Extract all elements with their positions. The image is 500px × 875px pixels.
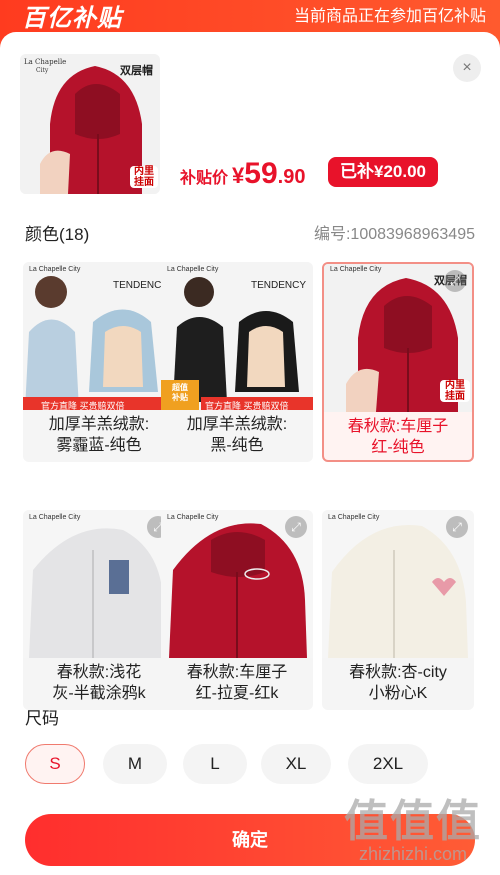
price-row: 补贴价 ¥ 59 .90	[180, 157, 305, 197]
color-option-label: 春秋款:杏-city 小粉心K	[349, 664, 447, 702]
brand-tag: La Chapelle City	[167, 514, 219, 521]
expand-icon[interactable]: ⤢	[444, 270, 466, 292]
color-option-label: 春秋款:车厘子 红-纯色	[347, 418, 449, 456]
brand-tag: La Chapelle City	[330, 266, 382, 273]
promo-strip: 官方直降 买贵赔双倍	[205, 401, 289, 411]
size-option-2xl[interactable]: 2XL	[348, 744, 428, 784]
subsidy-notice: 当前商品正在参加百亿补贴	[293, 8, 486, 25]
hero-inner-tag: 内里 挂面	[130, 166, 158, 188]
price-currency: ¥	[232, 163, 245, 188]
close-icon: ×	[462, 59, 472, 76]
color-option-card[interactable]: La Chapelle City ⤢ 春秋款:车厘子 红-拉夏-红k	[161, 510, 313, 710]
svg-text:La Chapelle: La Chapelle	[24, 58, 66, 66]
tendency-tag: TENDENCY	[251, 280, 307, 291]
brand-tag: La Chapelle City	[328, 514, 380, 521]
size-section-title: 尺码	[25, 709, 59, 728]
size-option-s[interactable]: S	[25, 744, 85, 784]
watermark-url: zhizhizhi.com	[358, 844, 468, 864]
inner-lining-tag: 内里 挂面	[440, 380, 470, 402]
close-button[interactable]: ×	[453, 54, 481, 82]
color-option-label: 春秋款:车厘子 红-拉夏-红k	[186, 664, 288, 702]
color-option-card[interactable]: La Chapelle City TENDENCY 超值 补贴 官方直降 买贵赔…	[161, 262, 313, 462]
price-integer: 59	[244, 157, 278, 190]
watermark-logo: 值值值	[344, 797, 482, 846]
product-image: La Chapelle City 双层帽 内里 挂面	[20, 54, 160, 194]
super-subsidy-badge: 超值 补贴	[172, 383, 188, 402]
sku-sheet: La Chapelle City 双层帽 内里 挂面 × 补贴价 ¥ 59 .9…	[0, 32, 500, 875]
size-option-l[interactable]: L	[183, 744, 247, 784]
hero-tag: 双层帽	[120, 65, 153, 77]
price-decimal: .90	[277, 166, 306, 188]
color-option-label: 加厚羊羔绒款: 黑-纯色	[186, 416, 288, 454]
brand-tag: La Chapelle City	[29, 514, 81, 521]
tendency-tag: TENDENCY	[113, 280, 169, 291]
subsidy-logo: 百亿补贴	[22, 5, 122, 32]
color-option-label: 加厚羊羔绒款: 雾霾蓝-纯色	[48, 416, 150, 454]
subsidy-badge: 已补¥20.00	[328, 157, 438, 187]
expand-icon[interactable]: ⤢	[285, 516, 307, 538]
color-option-card[interactable]: La Chapelle City ⤢ 春秋款:杏-city 小粉心K	[322, 510, 474, 710]
svg-text:City: City	[36, 67, 49, 74]
color-section-title: 颜色(18)	[25, 225, 90, 244]
size-option-xl[interactable]: XL	[261, 744, 331, 784]
price-label: 补贴价	[180, 170, 229, 187]
brand-tag: La Chapelle City	[29, 266, 81, 273]
item-code: 编号:10083968963495	[313, 226, 475, 243]
watermark: 值值值 zhizhizhi.com	[344, 800, 482, 865]
brand-tag: La Chapelle City	[167, 266, 219, 273]
color-option-card[interactable]: La Chapelle City TENDENCY 官方直降 买贵赔双倍 加厚羊…	[23, 262, 175, 462]
expand-icon[interactable]: ⤢	[446, 516, 468, 538]
size-option-m[interactable]: M	[103, 744, 167, 784]
color-option-card-selected[interactable]: La Chapelle City 双层帽 内里 挂面 ⤢ 春秋款:车厘子 红-纯…	[322, 262, 474, 462]
color-option-label: 春秋款:浅花 灰-半截涂鸦k	[52, 664, 146, 702]
color-option-card[interactable]: La Chapelle City ⤢ 春秋款:浅花 灰-半截涂鸦k	[23, 510, 175, 710]
promo-strip: 官方直降 买贵赔双倍	[41, 401, 125, 411]
